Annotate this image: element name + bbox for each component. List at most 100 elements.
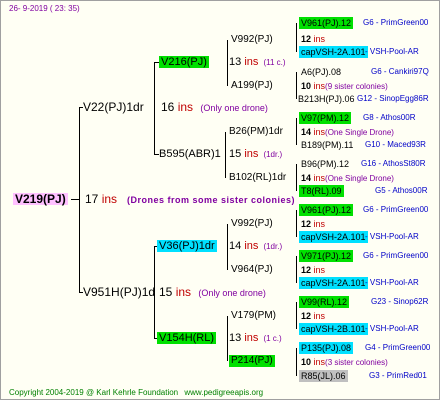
gen4-origin-3: G6 - Cankiri97Q xyxy=(371,67,429,76)
gen2-note-4: (1 c.) xyxy=(263,334,282,343)
gen4-origin-4: G12 - SinopEgg86R xyxy=(357,94,429,103)
gen4-id-9[interactable]: V961(PJ).12 xyxy=(299,204,354,216)
gen2-node-4[interactable]: V154H(RL) xyxy=(157,332,217,344)
footer: Copyright 2004-2019 @ Karl Kehrle Founda… xyxy=(9,387,263,399)
website-link[interactable]: www.pedigreeapis.org xyxy=(184,388,263,397)
root-queen[interactable]: V219(PJ) xyxy=(13,193,68,205)
gen2-node-2[interactable]: B595(ABR)1 xyxy=(159,148,221,160)
gen4-note-2: (9 sister colonies) xyxy=(325,82,388,91)
connector-gen3-c xyxy=(227,224,228,270)
gen1-ins-label-1: ins xyxy=(177,100,194,114)
gen4-gen-9: G6 xyxy=(363,205,374,214)
gen3-node-4[interactable]: B102(RL)1dr xyxy=(229,172,286,184)
gen1-ins-count-1: 16 xyxy=(161,100,175,114)
gen2-ins-label-3: ins xyxy=(244,240,259,252)
gen2-ins-1: 13 ins (11 c.) xyxy=(229,56,286,69)
gen4-id-4[interactable]: B213H(PJ).06 xyxy=(298,93,355,105)
gen4-id-11[interactable]: V971(PJ).12 xyxy=(299,250,354,262)
gen4-id-3[interactable]: A6(PJ).08 xyxy=(301,66,341,78)
gen4-origin-7: G16 - AthosSt80R xyxy=(361,159,426,168)
connector-gen3-d xyxy=(227,316,228,361)
gen4-ins-label-6: ins xyxy=(313,265,326,275)
gen4-note-4: (One Single Drone) xyxy=(325,174,394,183)
gen4-ins-label-2: ins xyxy=(313,81,326,91)
gen4-id-13[interactable]: V99(RL).12 xyxy=(299,296,350,308)
gen4-id-12[interactable]: capVSH-2A.101 xyxy=(299,277,368,289)
connector-gen4-6 xyxy=(296,256,297,283)
gen4-origin-8: G5 - Athos00R xyxy=(375,186,428,195)
connector-gen1-2 xyxy=(79,292,83,293)
gen1-ins-count-2: 15 xyxy=(159,285,173,299)
gen4-origin-text-2: VSH-Pool-AR xyxy=(369,47,419,56)
gen4-origin-text-16: PrimRed01 xyxy=(386,371,427,380)
connector-gen4-4 xyxy=(296,164,297,191)
gen4-id-14[interactable]: capVSH-2B.101 xyxy=(299,323,368,335)
root-note: (Drones from some sister colonies) xyxy=(127,195,296,205)
gen4-origin-9: G6 - PrimGreen00 xyxy=(363,205,429,214)
gen4-id-6[interactable]: B189(PM).11 xyxy=(301,139,353,151)
connector-gen1-a xyxy=(154,62,155,154)
gen4-id-8[interactable]: T8(RL).09 xyxy=(299,185,344,197)
connector-gen4-7 xyxy=(296,302,297,329)
root-ins-count: 17 xyxy=(85,192,99,206)
gen3-node-8[interactable]: P214(PJ) xyxy=(229,355,275,367)
gen2-node-1[interactable]: V216(PJ) xyxy=(159,56,209,68)
root-ins: 17 ins xyxy=(85,193,117,205)
gen4-ins-label-3: ins xyxy=(313,127,326,137)
gen4-origin-text-4: SinopEgg86R xyxy=(379,94,429,103)
gen1-sire-1[interactable]: V22(PJ)1dr xyxy=(83,101,144,113)
gen4-origin-12: - VSH-Pool-AR xyxy=(365,278,419,287)
connector-gen2-1 xyxy=(154,62,159,63)
gen4-id-7[interactable]: B96(PM).12 xyxy=(301,158,349,170)
gen1-ins-1: 16 ins (Only one drone) xyxy=(161,101,268,114)
gen4-ins-5: 12 ins xyxy=(301,218,325,230)
gen4-origin-text-11: PrimGreen00 xyxy=(380,251,429,260)
gen4-ins-3: 14 ins(One Single Drone) xyxy=(301,126,394,139)
gen3-node-7[interactable]: V179(PM) xyxy=(231,310,276,322)
gen4-gen-3: G6 xyxy=(371,67,382,76)
gen4-ins-label-1: ins xyxy=(313,34,326,44)
gen4-id-15[interactable]: P135(PJ).08 xyxy=(299,342,354,354)
gen4-origin-16: G3 - PrimRed01 xyxy=(369,371,427,380)
gen4-origin-10: - VSH-Pool-AR xyxy=(365,232,419,241)
copyright-text: Copyright 2004-2019 @ Karl Kehrle Founda… xyxy=(9,388,179,397)
report-date: 26- 9-2019 ( 23: 35) xyxy=(9,4,80,13)
connector-gen4-5 xyxy=(296,210,297,237)
gen2-ins-3: 14 ins (1dr.) xyxy=(229,240,282,253)
connector-gen3-b xyxy=(225,132,226,178)
gen4-origin-1: G6 - PrimGreen00 xyxy=(363,18,429,27)
gen4-id-1[interactable]: V961(PJ).12 xyxy=(299,17,354,29)
gen4-ins-1: 12 ins xyxy=(301,33,325,45)
connector-gen2-2 xyxy=(154,154,159,155)
gen4-origin-15: G4 - PrimGreen00 xyxy=(365,343,431,352)
gen4-gen-13: G23 xyxy=(371,297,387,306)
gen4-origin-text-10: VSH-Pool-AR xyxy=(369,232,419,241)
connector-gen4-8 xyxy=(296,348,297,376)
gen4-origin-text-9: PrimGreen00 xyxy=(380,205,429,214)
gen3-node-5[interactable]: V992(PJ) xyxy=(231,218,273,230)
gen1-dam-1[interactable]: V951H(PJ)1d xyxy=(83,286,155,298)
gen4-origin-text-15: PrimGreen00 xyxy=(382,343,431,352)
gen4-ins-7: 12 ins xyxy=(301,310,325,322)
gen3-node-3[interactable]: B26(PM)1dr xyxy=(229,126,283,138)
gen4-id-10[interactable]: capVSH-2A.101 xyxy=(299,231,368,243)
root-ins-label: ins xyxy=(101,192,118,206)
gen4-ins-2: 10 ins(9 sister colonies) xyxy=(301,80,388,93)
gen2-ins-2: 15 ins (1dr.) xyxy=(229,148,282,161)
gen4-id-2[interactable]: capVSH-2A.101 xyxy=(299,46,368,58)
gen3-node-1[interactable]: V992(PJ) xyxy=(231,34,273,46)
gen4-id-16[interactable]: R85(JL).06 xyxy=(299,370,348,382)
gen4-origin-2: - VSH-Pool-AR xyxy=(365,47,419,56)
gen4-origin-text-5: Athos00R xyxy=(380,113,416,122)
connector-root-h xyxy=(71,199,79,200)
connector-gen4-1 xyxy=(296,23,297,52)
connector-gen1-b xyxy=(154,246,155,338)
gen3-node-6[interactable]: V964(PJ) xyxy=(231,264,273,276)
gen4-id-5[interactable]: V97(PM).12 xyxy=(299,112,352,124)
gen2-ins-label-1: ins xyxy=(244,56,259,68)
gen2-node-3[interactable]: V36(PJ)1dr xyxy=(157,240,217,252)
gen3-node-2[interactable]: A199(PJ) xyxy=(231,80,273,92)
connector-gen3-a xyxy=(227,40,228,86)
gen4-gen-7: G16 xyxy=(361,159,377,168)
gen4-gen-4: G12 xyxy=(357,94,373,103)
